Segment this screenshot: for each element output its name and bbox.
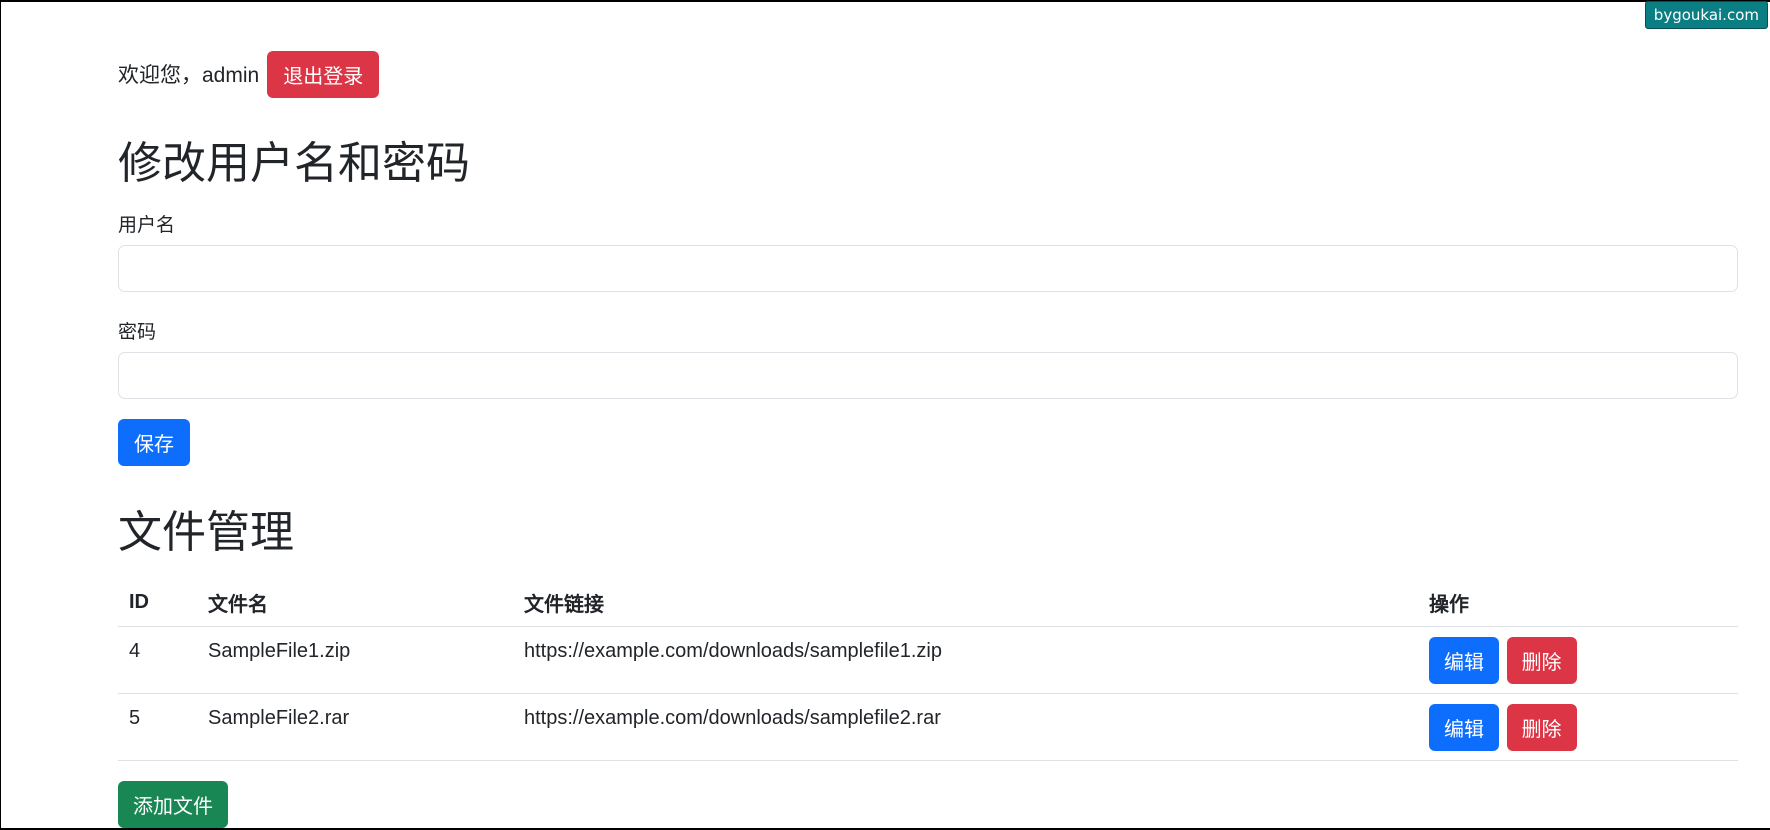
table-header-row: ID 文件名 文件链接 操作 xyxy=(118,578,1738,627)
window-border-top xyxy=(0,0,1770,2)
file-name-cell: SampleFile1.zip xyxy=(197,626,513,694)
add-file-button[interactable]: 添加文件 xyxy=(118,781,228,828)
table-row: 4 SampleFile1.zip https://example.com/do… xyxy=(118,626,1738,694)
window-border-left xyxy=(0,0,1,830)
column-header-link: 文件链接 xyxy=(513,578,1418,627)
edit-button[interactable]: 编辑 xyxy=(1429,704,1499,751)
files-section-title: 文件管理 xyxy=(118,507,294,558)
table-row: 5 SampleFile2.rar https://example.com/do… xyxy=(118,693,1738,761)
password-input[interactable] xyxy=(118,352,1738,399)
password-label: 密码 xyxy=(118,322,157,343)
welcome-bar: 欢迎您，admin 退出登录 xyxy=(118,50,380,98)
file-id-cell: 5 xyxy=(118,693,197,761)
save-button[interactable]: 保存 xyxy=(118,419,190,466)
files-table: ID 文件名 文件链接 操作 4 SampleFile1.zip https:/… xyxy=(118,578,1738,761)
column-header-name: 文件名 xyxy=(197,578,513,627)
username-label: 用户名 xyxy=(118,215,176,236)
file-actions-cell: 编辑 删除 xyxy=(1418,626,1738,694)
file-link-cell: https://example.com/downloads/samplefile… xyxy=(513,693,1418,761)
delete-button[interactable]: 删除 xyxy=(1506,637,1577,684)
account-section-title: 修改用户名和密码 xyxy=(118,138,470,189)
file-actions-cell: 编辑 删除 xyxy=(1418,693,1738,761)
column-header-id: ID xyxy=(118,578,197,627)
username-input[interactable] xyxy=(118,245,1738,292)
file-link-cell: https://example.com/downloads/samplefile… xyxy=(513,626,1418,694)
edit-button[interactable]: 编辑 xyxy=(1429,637,1499,684)
delete-button[interactable]: 删除 xyxy=(1506,704,1577,751)
welcome-text: 欢迎您，admin xyxy=(118,64,260,87)
file-name-cell: SampleFile2.rar xyxy=(197,693,513,761)
logout-button[interactable]: 退出登录 xyxy=(267,50,380,98)
file-id-cell: 4 xyxy=(118,626,197,694)
column-header-actions: 操作 xyxy=(1418,578,1738,627)
watermark-badge: bygoukai.com xyxy=(1644,1,1768,29)
